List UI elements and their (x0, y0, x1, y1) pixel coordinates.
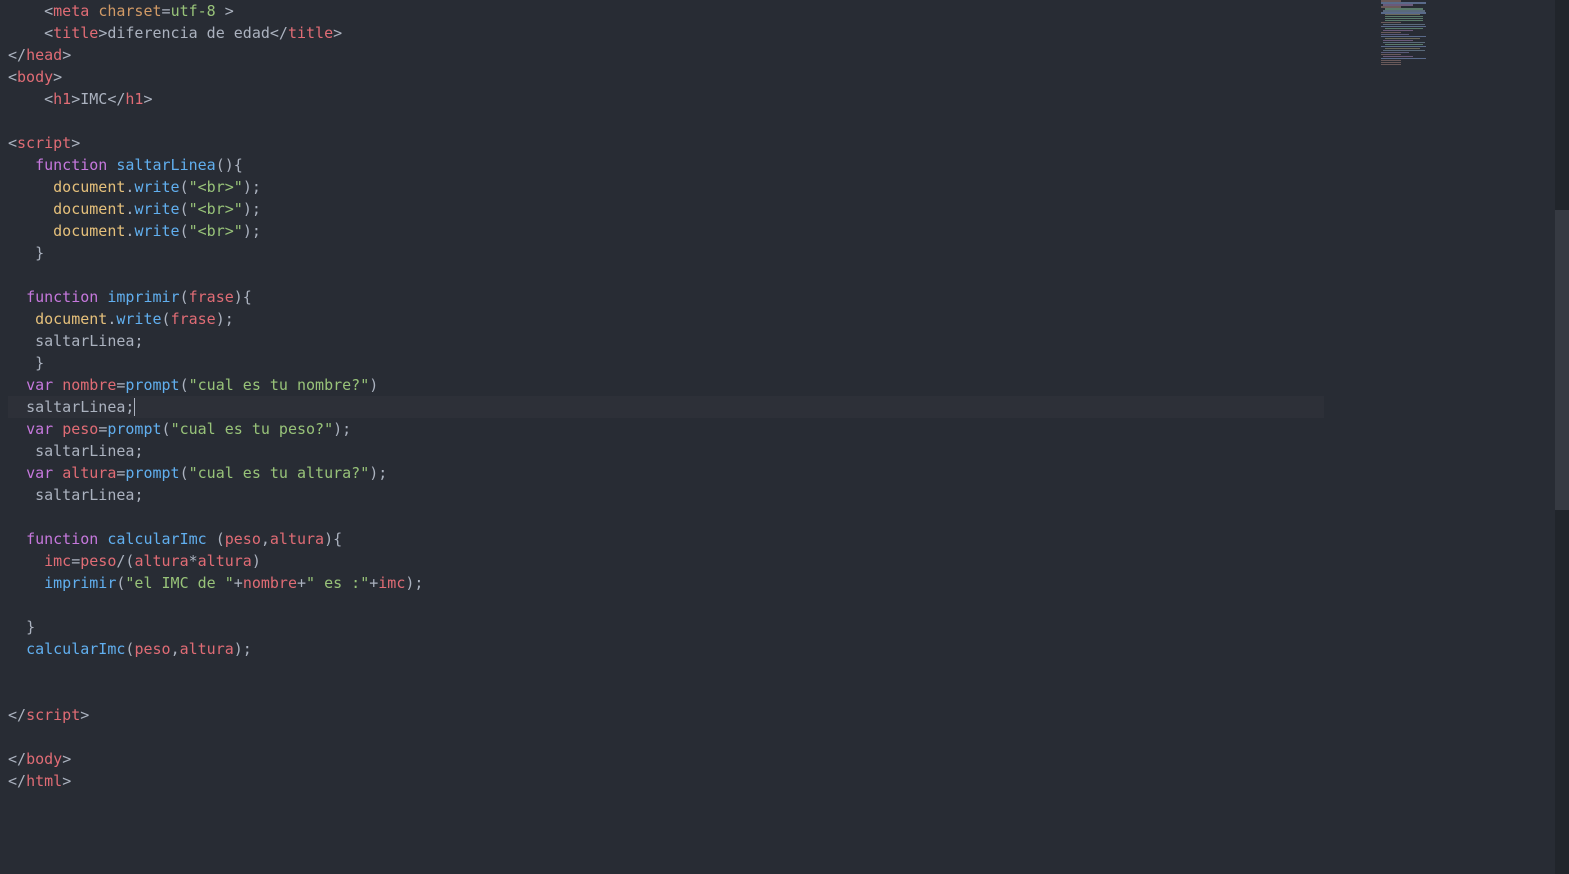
code-line: document.write(frase); (8, 308, 1324, 330)
code-line: <title>diferencia de edad</title> (8, 22, 1324, 44)
code-line: } (8, 616, 1324, 638)
scrollbar-thumb[interactable] (1555, 210, 1569, 510)
code-line: <script> (8, 132, 1324, 154)
code-line: var altura=prompt("cual es tu altura?"); (8, 462, 1324, 484)
code-line (8, 506, 1324, 528)
code-line (8, 110, 1324, 132)
code-line: saltarLinea; (8, 330, 1324, 352)
code-line: document.write("<br>"); (8, 198, 1324, 220)
code-line (8, 682, 1324, 704)
code-line: } (8, 242, 1324, 264)
code-line: <h1>IMC</h1> (8, 88, 1324, 110)
code-line: imprimir("el IMC de "+nombre+" es :"+imc… (8, 572, 1324, 594)
code-line: <meta charset=utf-8 > (8, 0, 1324, 22)
code-line (8, 726, 1324, 748)
code-line: function saltarLinea(){ (8, 154, 1324, 176)
code-line: imc=peso/(altura*altura) (8, 550, 1324, 572)
code-line: calcularImc(peso,altura); (8, 638, 1324, 660)
text-cursor (134, 398, 135, 416)
code-line: saltarLinea; (8, 440, 1324, 462)
code-line (8, 660, 1324, 682)
code-line: function imprimir(frase){ (8, 286, 1324, 308)
code-line-active: saltarLinea; (8, 396, 1324, 418)
code-line: </body> (8, 748, 1324, 770)
code-line: </html> (8, 770, 1324, 792)
code-line: </script> (8, 704, 1324, 726)
code-line: <body> (8, 66, 1324, 88)
code-line (8, 264, 1324, 286)
minimap[interactable] (1379, 0, 1439, 80)
code-line: function calcularImc (peso,altura){ (8, 528, 1324, 550)
code-line: } (8, 352, 1324, 374)
code-line: var peso=prompt("cual es tu peso?"); (8, 418, 1324, 440)
code-line: </head> (8, 44, 1324, 66)
code-line (8, 594, 1324, 616)
vertical-scrollbar[interactable] (1555, 0, 1569, 874)
code-editor[interactable]: <meta charset=utf-8 > <title>diferencia … (0, 0, 1332, 874)
code-line: var nombre=prompt("cual es tu nombre?") (8, 374, 1324, 396)
code-line: document.write("<br>"); (8, 220, 1324, 242)
code-line: saltarLinea; (8, 484, 1324, 506)
code-line: document.write("<br>"); (8, 176, 1324, 198)
